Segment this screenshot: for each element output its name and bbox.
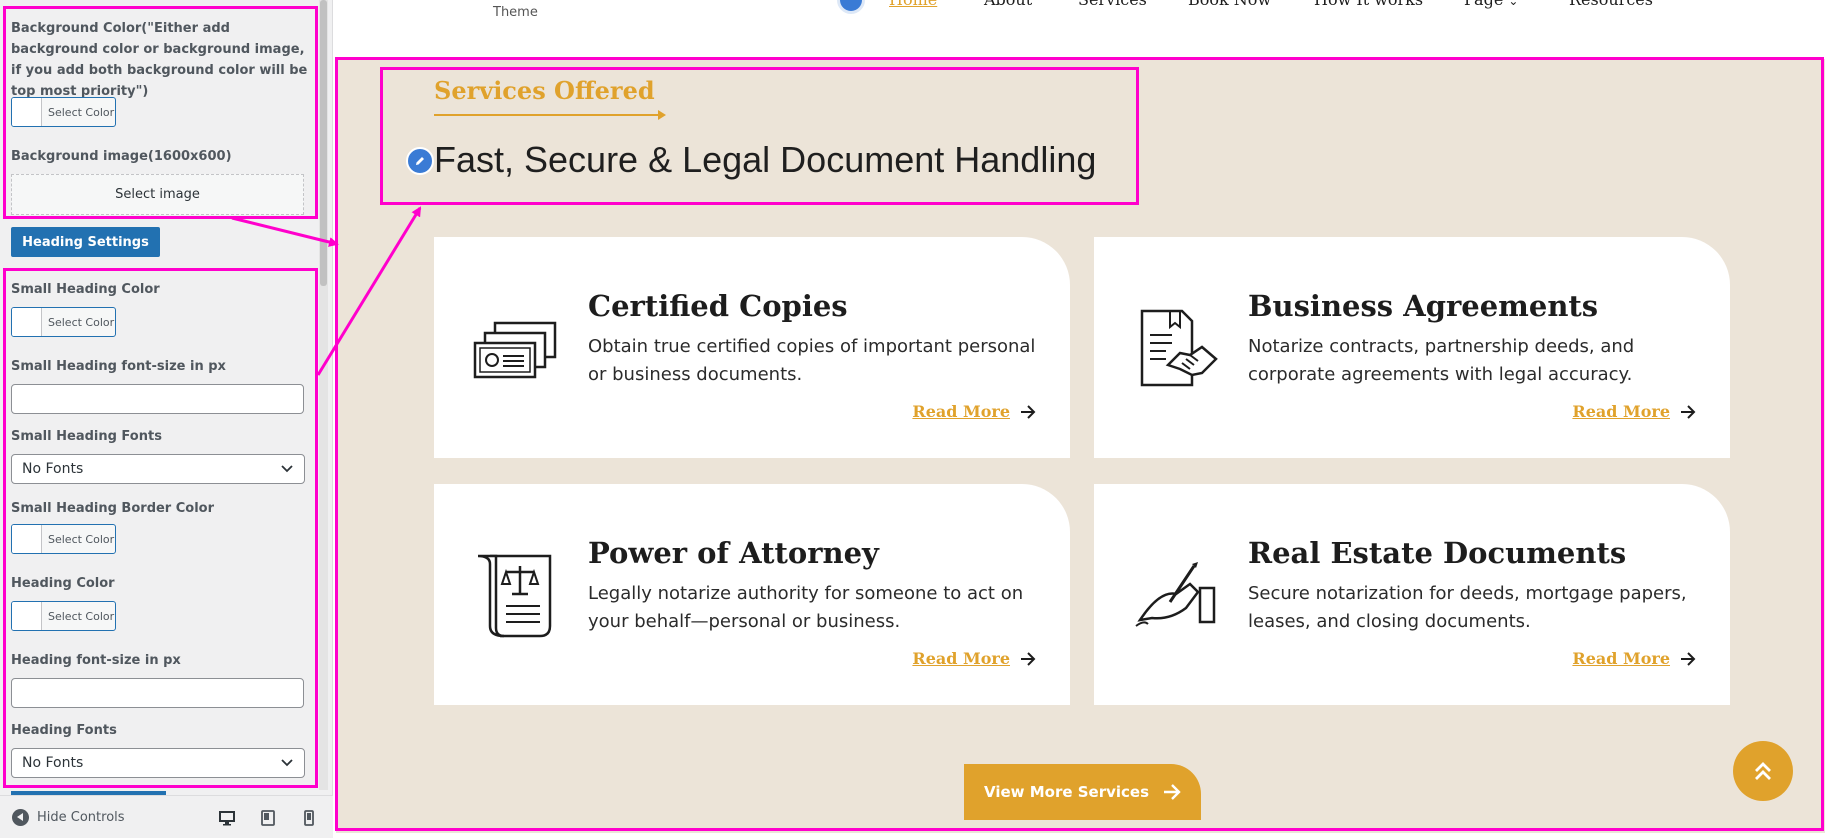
small-heading-border — [434, 114, 662, 116]
small-heading-fonts-select[interactable]: No Fonts — [11, 454, 305, 484]
mobile-preview-icon[interactable] — [300, 809, 318, 827]
small-heading-color-label: Small Heading Color — [11, 282, 160, 297]
color-swatch — [12, 602, 42, 630]
card-title: Business Agreements — [1248, 289, 1599, 323]
select-value: No Fonts — [22, 461, 84, 477]
arrow-right-icon — [1164, 784, 1181, 800]
site-preview: Theme Home About Services Book Now How I… — [334, 0, 1829, 838]
small-heading-arrow — [658, 110, 666, 120]
read-more-link[interactable]: Read More — [1572, 402, 1696, 421]
nav-page[interactable]: Page ⌄ — [1464, 0, 1518, 9]
nav-resources[interactable]: Resources — [1569, 0, 1653, 9]
nav-book-now[interactable]: Book Now — [1188, 0, 1271, 9]
desktop-preview-icon[interactable] — [218, 809, 236, 827]
scrollbar-thumb[interactable] — [320, 0, 327, 286]
service-card: Business Agreements Notarize contracts, … — [1094, 237, 1730, 458]
controls-panel: Background Color("Either add background … — [0, 0, 333, 790]
heading-color-label: Heading Color — [11, 576, 115, 591]
small-heading-size-label: Small Heading font-size in px — [11, 359, 226, 374]
nav-home[interactable]: Home — [889, 0, 937, 9]
nav-about[interactable]: About — [984, 0, 1032, 9]
card-title: Power of Attorney — [588, 536, 879, 570]
sidebar-scrollbar[interactable] — [319, 0, 328, 790]
nav-how-it-works[interactable]: How It works — [1314, 0, 1423, 9]
heading-color-picker[interactable]: Select Color — [11, 601, 116, 631]
main-heading: Fast, Secure & Legal Document Handling — [434, 139, 1097, 180]
service-card: Certified Copies Obtain true certified c… — [434, 237, 1070, 458]
read-more-label: Read More — [1572, 402, 1670, 421]
color-swatch — [12, 98, 42, 126]
read-more-link[interactable]: Read More — [1572, 649, 1696, 668]
arrow-right-icon — [1021, 651, 1036, 666]
certificate-icon — [473, 321, 557, 379]
select-color-text: Select Color — [48, 532, 115, 546]
small-heading-fonts-label: Small Heading Fonts — [11, 429, 162, 444]
card-description: Secure notarization for deeds, mortgage … — [1248, 583, 1687, 632]
chevron-down-icon — [281, 465, 293, 473]
arrow-right-icon — [1681, 404, 1696, 419]
select-color-text: Select Color — [48, 315, 115, 329]
small-heading-size-input[interactable] — [11, 384, 304, 414]
services-section: Services Offered Fast, Secure & Legal Do… — [336, 59, 1825, 833]
hand-signing-icon — [1135, 562, 1216, 627]
service-card: Real Estate Documents Secure notarizatio… — [1094, 484, 1730, 705]
card-description: Notarize contracts, partnership deeds, a… — [1248, 336, 1635, 385]
select-color-text: Select Color — [48, 609, 115, 623]
scroll-to-top-button[interactable] — [1733, 741, 1793, 801]
read-more-label: Read More — [1572, 649, 1670, 668]
select-value: No Fonts — [22, 755, 84, 771]
color-swatch — [12, 308, 42, 336]
bg-image-label: Background image(1600x600) — [11, 149, 232, 164]
arrow-right-icon — [1681, 651, 1696, 666]
edit-shortcut-icon[interactable] — [837, 0, 865, 14]
sidebar-footer: Hide Controls — [0, 795, 333, 838]
hide-controls-label: Hide Controls — [37, 810, 125, 825]
scroll-scales-icon — [477, 554, 552, 638]
brand-subtitle: Theme — [493, 5, 538, 20]
nav-page-label: Page — [1464, 0, 1503, 9]
bg-color-label: Background Color("Either add background … — [11, 21, 308, 99]
select-image-button[interactable]: Select image — [11, 174, 304, 215]
small-heading-color-picker[interactable]: Select Color — [11, 307, 116, 337]
double-chevron-up-icon — [1755, 762, 1771, 780]
read-more-link[interactable]: Read More — [912, 402, 1036, 421]
heading-settings-button[interactable]: Heading Settings — [11, 227, 160, 257]
view-more-label: View More Services — [983, 783, 1150, 801]
select-color-text: Select Color — [48, 105, 115, 119]
small-heading-border-color-label: Small Heading Border Color — [11, 501, 215, 516]
heading-size-label: Heading font-size in px — [11, 653, 181, 668]
pencil-edit-icon[interactable] — [406, 147, 434, 175]
small-heading: Services Offered — [434, 76, 655, 105]
card-title: Certified Copies — [588, 289, 848, 323]
customizer-sidebar: Background Color("Either add background … — [0, 0, 333, 838]
small-heading-border-color-picker[interactable]: Select Color — [11, 524, 116, 554]
card-description: Obtain true certified copies of importan… — [588, 336, 1036, 385]
nav-services[interactable]: Services — [1078, 0, 1147, 9]
service-card: Power of Attorney Legally notarize autho… — [434, 484, 1070, 705]
bg-color-picker[interactable]: Select Color — [11, 97, 116, 127]
card-description: Legally notarize authority for someone t… — [588, 583, 1024, 632]
tablet-preview-icon[interactable] — [259, 809, 277, 827]
handshake-document-icon — [1140, 309, 1218, 387]
chevron-down-icon: ⌄ — [1508, 0, 1519, 8]
read-more-link[interactable]: Read More — [912, 649, 1036, 668]
heading-fonts-label: Heading Fonts — [11, 723, 117, 738]
hide-controls-button[interactable]: Hide Controls — [12, 809, 125, 826]
collapse-icon — [12, 809, 29, 826]
pencil-icon — [416, 157, 424, 165]
read-more-label: Read More — [912, 402, 1010, 421]
arrow-right-icon — [1021, 404, 1036, 419]
color-swatch — [12, 525, 42, 553]
heading-size-input[interactable] — [11, 678, 304, 708]
card-title: Real Estate Documents — [1248, 536, 1627, 570]
read-more-label: Read More — [912, 649, 1010, 668]
chevron-down-icon — [281, 759, 293, 767]
heading-fonts-select[interactable]: No Fonts — [11, 748, 305, 778]
view-more-services-button[interactable]: View More Services — [964, 764, 1201, 820]
